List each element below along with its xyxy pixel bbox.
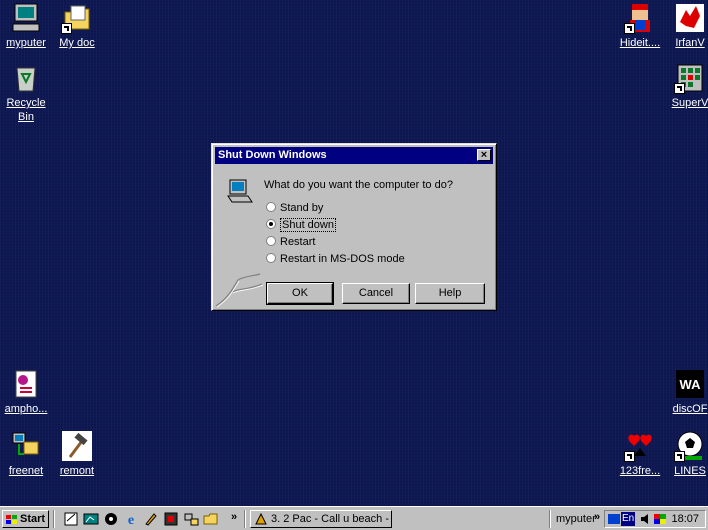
shortcut-arrow-icon	[61, 23, 72, 34]
option-shut-down[interactable]: Shut down	[266, 218, 336, 232]
ok-button[interactable]: OK	[266, 282, 334, 305]
desktop-icon-label: My doc	[59, 37, 95, 49]
taskbar: Start e » 3. 2 Pac - Call u beach - ... …	[0, 506, 708, 530]
dialog-title: Shut Down Windows	[218, 149, 327, 161]
desktop-icon-my-documents[interactable]: My doc	[45, 2, 109, 53]
quicklaunch-game-icon[interactable]	[103, 511, 119, 527]
svg-text:WA: WA	[680, 377, 702, 392]
radio-button-selected[interactable]	[266, 219, 276, 229]
mario-icon	[624, 2, 656, 34]
desktop-icon-label: LINES	[674, 465, 706, 477]
option-label: Restart	[280, 236, 316, 248]
watermark-branch-icon	[214, 268, 266, 308]
radio-button[interactable]	[266, 236, 276, 246]
desktop-icon-label: myputer	[6, 37, 46, 49]
task-label: 3. 2 Pac - Call u beach - ...	[271, 513, 392, 525]
hammer-icon	[61, 430, 93, 462]
help-label: Help	[438, 287, 462, 299]
cancel-button[interactable]: Cancel	[342, 283, 410, 304]
start-label: Start	[20, 513, 46, 525]
desktop-icon-lines[interactable]: LINES	[658, 430, 708, 481]
desktop-icon-label: Recycle Bin	[6, 97, 46, 123]
desktop-icon-superv[interactable]: SuperV	[658, 62, 708, 113]
toolbar-overflow-button[interactable]: »	[594, 511, 600, 523]
desktop-icon-label: Hideit....	[619, 37, 661, 49]
taskbar-separator	[549, 510, 551, 528]
flag-tray-icon[interactable]	[653, 512, 667, 526]
close-icon: ×	[480, 149, 488, 161]
document-icon	[10, 368, 42, 400]
computer-icon	[10, 2, 42, 34]
quicklaunch-media-icon[interactable]	[163, 511, 179, 527]
calculator-grid-icon	[674, 62, 706, 94]
language-indicator[interactable]: En	[621, 512, 636, 526]
ok-label: OK	[292, 287, 308, 299]
tray-app-icon[interactable]	[607, 512, 621, 526]
task-button-winamp[interactable]: 3. 2 Pac - Call u beach - ...	[250, 510, 392, 528]
clock[interactable]: 18:07	[671, 511, 699, 527]
option-label: Stand by	[280, 202, 324, 214]
quicklaunch-paint-icon[interactable]	[143, 511, 159, 527]
cancel-label: Cancel	[358, 287, 394, 299]
radio-button[interactable]	[266, 253, 276, 263]
quicklaunch-show-desktop-icon[interactable]	[83, 511, 99, 527]
option-label: Restart in MS-DOS mode	[280, 253, 405, 265]
option-restart[interactable]: Restart	[266, 236, 315, 249]
soccer-ball-icon	[674, 430, 706, 462]
recycle-bin-icon	[10, 62, 42, 94]
dialog-title-bar[interactable]: Shut Down Windows ×	[215, 147, 493, 164]
shortcut-arrow-icon	[674, 83, 685, 94]
option-label: Shut down	[280, 218, 336, 232]
desktop-icon-label: ampho...	[4, 403, 48, 415]
desktop-icon-remont[interactable]: remont	[45, 430, 109, 481]
desktop-icon-recycle-bin[interactable]: Recycle Bin	[0, 62, 58, 127]
quicklaunch-overflow-button[interactable]: »	[231, 511, 237, 523]
network-computer-icon	[10, 430, 42, 462]
svg-text:e: e	[128, 513, 134, 527]
shortcut-arrow-icon	[624, 451, 635, 462]
taskbar-separator	[244, 510, 246, 528]
option-stand-by[interactable]: Stand by	[266, 202, 323, 215]
desktop-icon-label: discOF	[672, 403, 708, 415]
desktop-icon-label: freenet	[8, 465, 44, 477]
irfanview-icon	[674, 2, 706, 34]
quicklaunch-ie-icon[interactable]: e	[123, 511, 139, 528]
quicklaunch-notepad-icon[interactable]	[63, 511, 79, 527]
windows-logo-icon	[6, 514, 17, 524]
close-button[interactable]: ×	[477, 149, 491, 161]
shortcut-arrow-icon	[674, 451, 685, 462]
desktop-icon-label: SuperV	[671, 97, 708, 109]
desktop-icon-label: 123fre...	[619, 465, 661, 477]
wa-icon: WA	[674, 368, 706, 400]
computer-shutdown-icon	[226, 178, 254, 206]
volume-icon[interactable]	[639, 512, 651, 526]
radio-button[interactable]	[266, 202, 276, 212]
desktop: myputer My doc Recycle Bin ampho... free…	[0, 0, 708, 506]
taskbar-separator	[53, 510, 55, 528]
shortcut-arrow-icon	[624, 23, 635, 34]
desktop-icon-label: IrfanV	[675, 37, 705, 49]
quicklaunch-folder-icon[interactable]	[203, 511, 219, 527]
desktop-icon-discof[interactable]: WA discOF	[658, 368, 708, 419]
system-tray: En 18:07	[604, 510, 706, 528]
cards-icon	[624, 430, 656, 462]
dialog-question: What do you want the computer to do?	[264, 179, 453, 191]
quicklaunch-network-icon[interactable]	[183, 511, 199, 527]
desktop-icon-ampho[interactable]: ampho...	[0, 368, 58, 419]
help-button[interactable]: Help	[415, 283, 485, 304]
desktop-icon-irfanview[interactable]: IrfanV	[658, 2, 708, 53]
winamp-icon	[254, 512, 268, 526]
start-button[interactable]: Start	[2, 510, 49, 528]
toolbar-myputer-label[interactable]: myputer	[556, 510, 596, 528]
shutdown-dialog: Shut Down Windows × What do you want the…	[211, 143, 497, 311]
desktop-icon-label: remont	[59, 465, 95, 477]
option-restart-msdos[interactable]: Restart in MS-DOS mode	[266, 253, 405, 266]
folder-icon	[61, 2, 93, 34]
